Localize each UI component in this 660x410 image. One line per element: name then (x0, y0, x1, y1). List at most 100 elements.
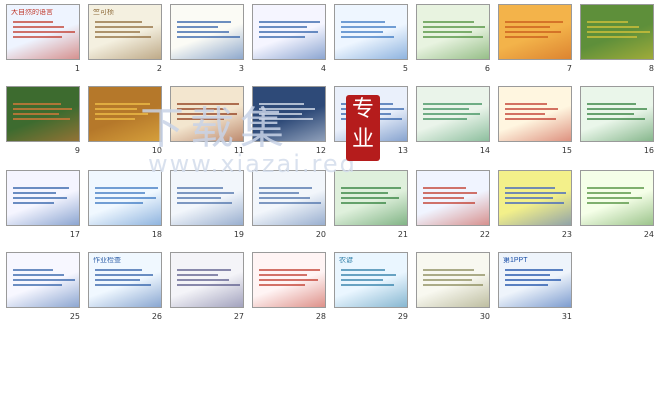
slide-title: 作业检查 (93, 257, 121, 264)
slide-preview (498, 170, 572, 226)
slide-number: 27 (233, 312, 244, 321)
slide-preview (252, 86, 326, 142)
slide-preview (170, 86, 244, 142)
slide-thumbnail[interactable]: 19 (166, 168, 248, 247)
slide-thumbnail[interactable]: 大自然的语言 1 (2, 2, 84, 81)
slide-thumbnail[interactable]: 23 (494, 168, 576, 247)
slide-thumbnail[interactable]: 14 (412, 84, 494, 163)
slide-number: 20 (315, 230, 326, 239)
slide-number: 13 (397, 146, 408, 155)
slide-preview: 大自然的语言 (6, 4, 80, 60)
slide-title: 第1PPT (503, 257, 528, 264)
slide-number: 17 (69, 230, 80, 239)
slide-thumbnail[interactable]: 农谚 29 (330, 250, 412, 329)
slide-number: 23 (561, 230, 572, 239)
slide-thumbnail[interactable]: 17 (2, 168, 84, 247)
slide-number: 26 (151, 312, 162, 321)
slide-title: 大自然的语言 (11, 9, 53, 16)
slide-thumbnail[interactable]: 16 (576, 84, 658, 163)
slide-thumbnail[interactable]: 28 (248, 250, 330, 329)
slide-preview (88, 86, 162, 142)
slide-thumbnail[interactable]: 30 (412, 250, 494, 329)
slide-text-lines (253, 21, 325, 38)
slide-number: 31 (561, 312, 572, 321)
slide-preview (170, 4, 244, 60)
slide-text-lines (89, 103, 161, 120)
slide-thumbnail[interactable]: 20 (248, 168, 330, 247)
slide-preview (498, 86, 572, 142)
slide-preview: 农谚 (334, 252, 408, 308)
slide-text-lines (581, 103, 653, 120)
slide-thumbnail[interactable]: 作业检查 26 (84, 250, 166, 329)
slide-text-lines (171, 103, 243, 120)
slide-thumbnail[interactable]: 竺可桢 2 (84, 2, 166, 81)
slide-thumbnail[interactable]: 25 (2, 250, 84, 329)
slide-preview (416, 252, 490, 308)
slide-number: 1 (74, 64, 80, 73)
slide-number: 24 (643, 230, 654, 239)
slide-thumbnail[interactable]: 3 (166, 2, 248, 81)
slide-number: 11 (233, 146, 244, 155)
slide-number: 4 (320, 64, 326, 73)
slide-number: 16 (643, 146, 654, 155)
slide-thumbnail[interactable]: 6 (412, 2, 494, 81)
slide-thumbnail[interactable]: 9 (2, 84, 84, 163)
slide-text-lines (499, 21, 571, 38)
slide-text-lines (499, 269, 571, 286)
slide-text-lines (417, 21, 489, 38)
slide-text-lines (253, 103, 325, 120)
slide-number: 28 (315, 312, 326, 321)
slide-thumbnail[interactable]: 10 (84, 84, 166, 163)
slide-title: 竺可桢 (93, 9, 114, 16)
slide-title: 农谚 (339, 257, 353, 264)
slide-number: 7 (566, 64, 572, 73)
slide-thumbnail[interactable]: 5 (330, 2, 412, 81)
slide-text-lines (253, 269, 325, 286)
slide-preview (6, 170, 80, 226)
slide-preview (416, 86, 490, 142)
slide-thumbnail[interactable]: 11 (166, 84, 248, 163)
slide-preview (334, 4, 408, 60)
slide-preview (580, 4, 654, 60)
slide-preview: 竺可桢 (88, 4, 162, 60)
slide-number: 22 (479, 230, 490, 239)
slide-preview (580, 86, 654, 142)
slide-text-lines (7, 21, 79, 38)
slide-thumbnail[interactable]: 21 (330, 168, 412, 247)
slide-text-lines (335, 187, 407, 204)
slide-text-lines (89, 187, 161, 204)
slide-text-lines (499, 187, 571, 204)
slide-preview (498, 4, 572, 60)
slide-thumbnail[interactable]: 24 (576, 168, 658, 247)
slide-thumbnail[interactable]: 12 (248, 84, 330, 163)
slide-number: 29 (397, 312, 408, 321)
slide-number: 14 (479, 146, 490, 155)
slide-number: 18 (151, 230, 162, 239)
slide-thumbnail[interactable]: 18 (84, 168, 166, 247)
slide-thumbnail[interactable]: 第1PPT 31 (494, 250, 576, 329)
slide-text-lines (417, 187, 489, 204)
slide-preview (170, 170, 244, 226)
slide-text-lines (581, 187, 653, 204)
slide-thumbnail[interactable]: 8 (576, 2, 658, 81)
slide-preview (252, 252, 326, 308)
slide-number: 6 (484, 64, 490, 73)
slide-preview (252, 4, 326, 60)
slide-text-lines (89, 269, 161, 286)
slide-text-lines (171, 187, 243, 204)
slide-preview (88, 170, 162, 226)
slide-number: 12 (315, 146, 326, 155)
slide-text-lines (171, 269, 243, 286)
slide-number: 3 (238, 64, 244, 73)
slide-thumbnail[interactable]: 15 (494, 84, 576, 163)
slide-thumbnail[interactable]: 4 (248, 2, 330, 81)
slide-thumbnail[interactable]: 22 (412, 168, 494, 247)
slide-preview (334, 170, 408, 226)
slide-preview (170, 252, 244, 308)
slide-number: 30 (479, 312, 490, 321)
slide-thumbnail[interactable]: 27 (166, 250, 248, 329)
slide-number: 8 (648, 64, 654, 73)
slide-thumbnail[interactable]: 7 (494, 2, 576, 81)
slide-text-lines (417, 269, 489, 286)
slide-sorter-grid: 大自然的语言 1 竺可桢 2 3 4 5 6 7 8 9 10 11 12 13 14 15 16 17 18 19 20… (0, 0, 660, 410)
